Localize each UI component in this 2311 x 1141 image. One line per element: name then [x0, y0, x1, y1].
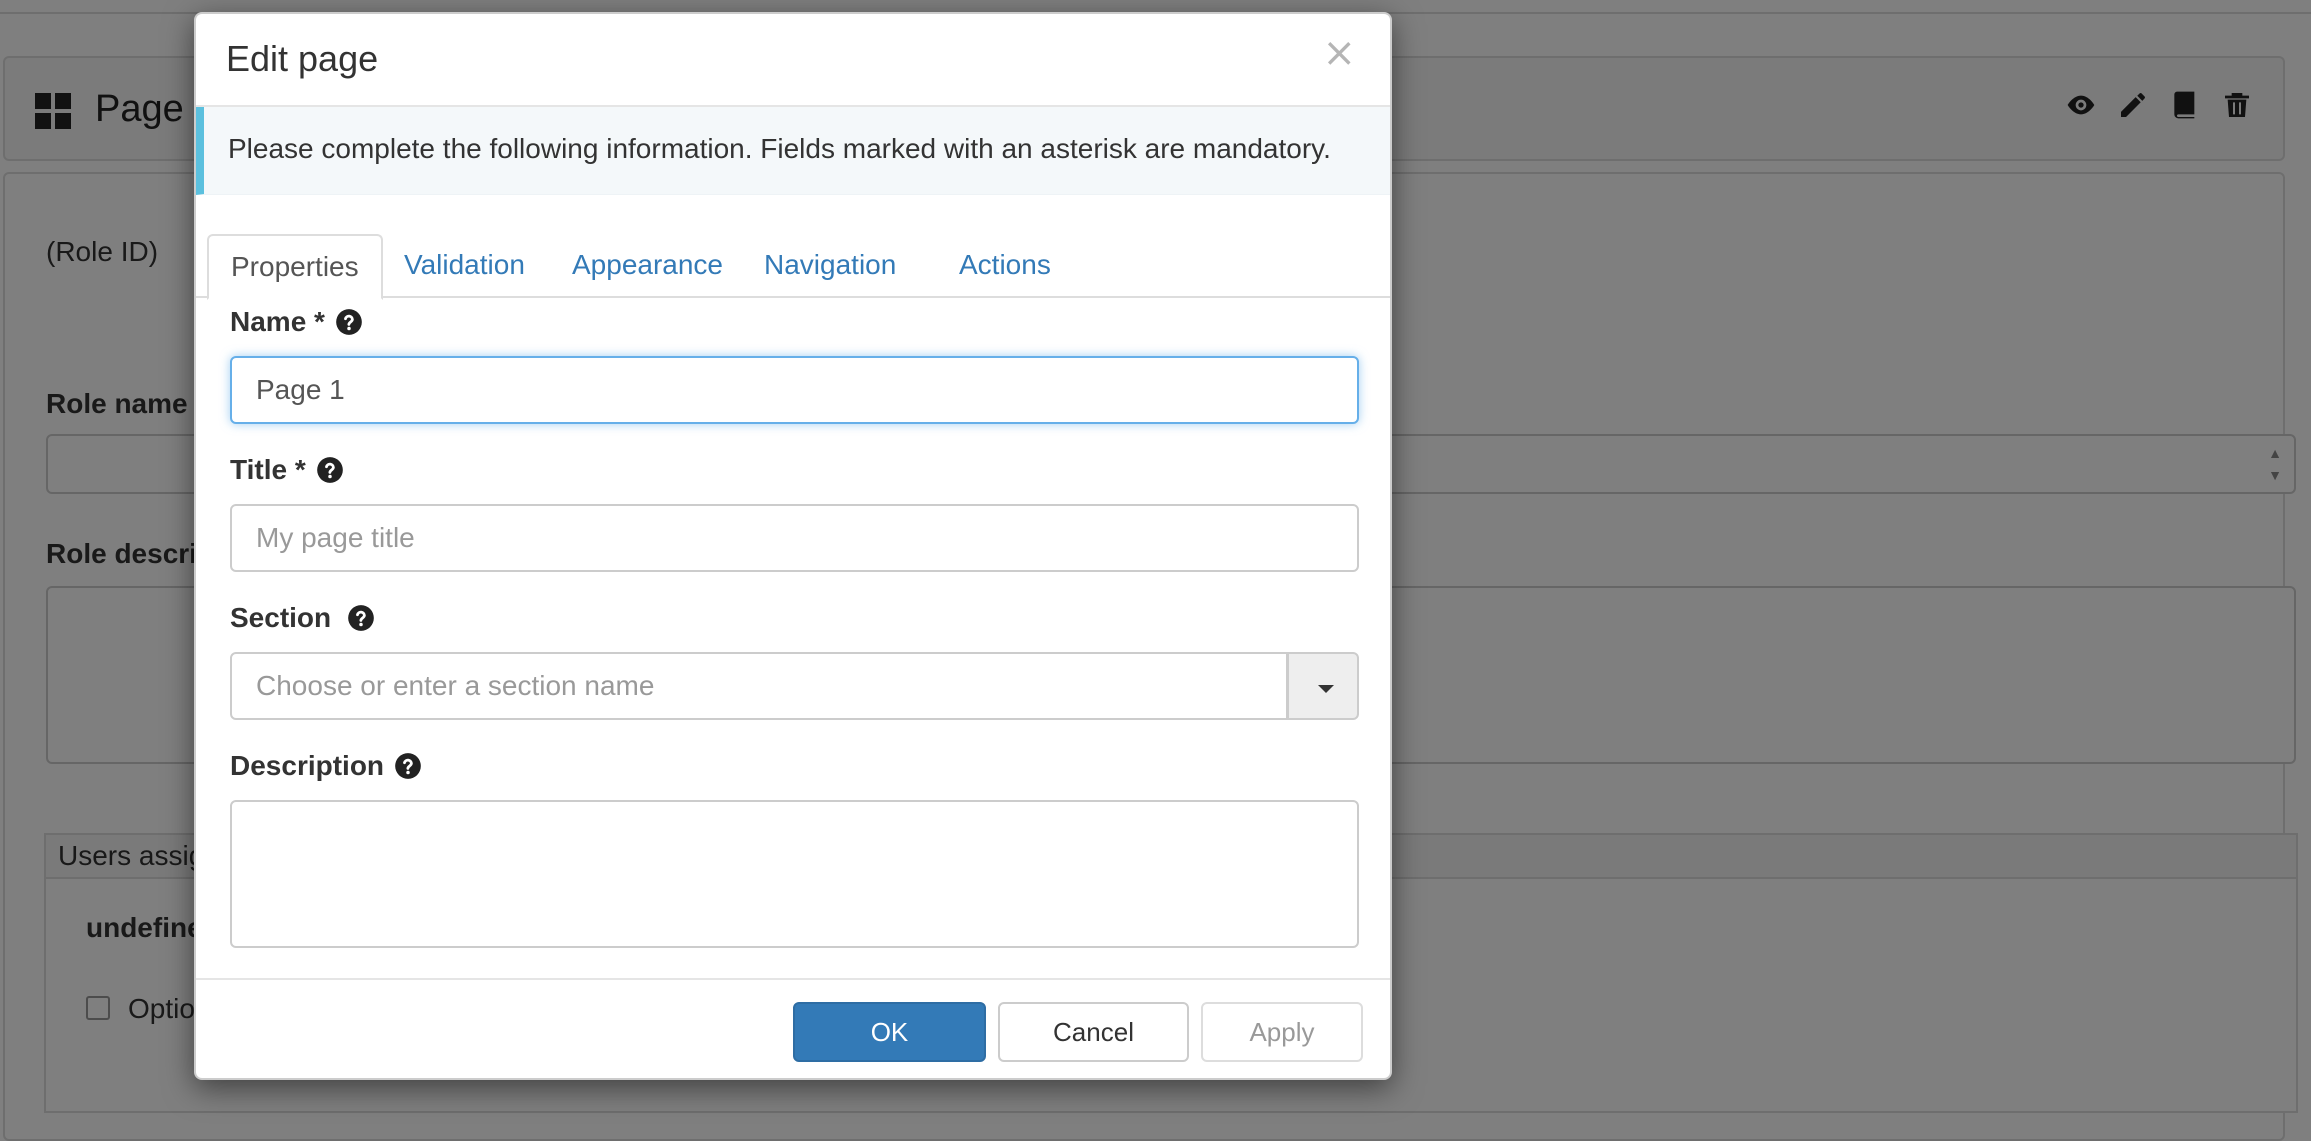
question-circle-icon[interactable] — [394, 752, 422, 780]
title-label-text: Title * — [230, 454, 306, 485]
cancel-button[interactable]: Cancel — [998, 1002, 1189, 1062]
modal-title: Edit page — [226, 38, 379, 79]
edit-page-dialog: Edit page × Please complete the followin… — [194, 12, 1392, 1080]
question-circle-icon[interactable] — [316, 456, 344, 484]
name-input[interactable] — [230, 356, 1359, 424]
close-button[interactable]: × — [1316, 32, 1362, 74]
section-label: Section — [230, 602, 375, 634]
description-label: Description — [230, 750, 422, 782]
section-input[interactable] — [230, 652, 1288, 720]
section-combobox — [230, 652, 1359, 720]
info-alert: Please complete the following informatio… — [196, 107, 1390, 195]
tab-bar: Properties Validation Appearance Navigat… — [196, 222, 1390, 300]
tab-validation[interactable]: Validation — [382, 234, 547, 298]
tab-actions[interactable]: Actions — [937, 234, 1073, 298]
apply-button[interactable]: Apply — [1201, 1002, 1363, 1062]
tab-navigation[interactable]: Navigation — [742, 234, 918, 298]
info-alert-text: Please complete the following informatio… — [228, 133, 1331, 164]
description-textarea[interactable] — [230, 800, 1359, 948]
section-label-text: Section — [230, 602, 332, 633]
modal-header: Edit page × — [196, 14, 1390, 107]
name-label-text: Name * — [230, 306, 325, 337]
description-label-text: Description — [230, 750, 385, 781]
title-input[interactable] — [230, 504, 1359, 572]
question-circle-icon[interactable] — [335, 308, 363, 336]
question-circle-icon[interactable] — [347, 604, 375, 632]
section-dropdown-toggle[interactable] — [1287, 652, 1359, 720]
ok-button[interactable]: OK — [793, 1002, 986, 1062]
name-label: Name * — [230, 306, 363, 338]
title-label: Title * — [230, 454, 344, 486]
modal-footer: OK Cancel Apply — [196, 978, 1390, 1078]
tab-appearance[interactable]: Appearance — [550, 234, 745, 298]
caret-down-icon — [1318, 685, 1334, 693]
tab-properties[interactable]: Properties — [207, 234, 383, 300]
